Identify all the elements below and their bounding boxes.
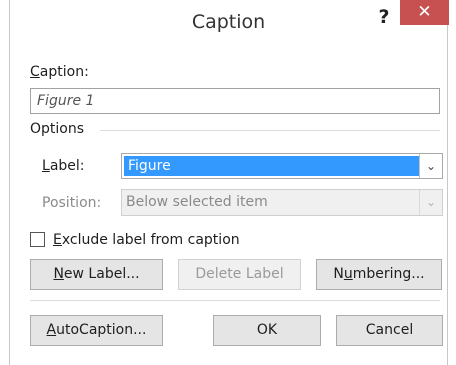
chevron-down-icon: ⌄ <box>419 190 442 215</box>
numbering-button-text: Numbering... <box>333 266 425 282</box>
access-key-letter: u <box>343 266 353 282</box>
access-key-letter: N <box>53 266 64 282</box>
access-key-letter: C <box>30 64 40 80</box>
exclude-label-checkbox[interactable] <box>30 232 45 247</box>
position-select-value: Below selected item <box>126 194 268 210</box>
options-divider <box>100 130 440 131</box>
chevron-down-icon[interactable]: ⌄ <box>419 154 442 178</box>
ok-button[interactable]: OK <box>213 315 321 346</box>
button-separator <box>30 300 440 301</box>
numbering-button[interactable]: Numbering... <box>316 259 442 290</box>
delete-label-button[interactable]: Delete Label <box>178 259 301 290</box>
label-field-label: Label: <box>42 158 85 174</box>
label-field-label-text: Label: <box>42 158 85 174</box>
title-bar[interactable]: Caption ? ✕ <box>10 0 449 38</box>
caption-input[interactable]: Figure 1 <box>30 88 440 114</box>
access-key-letter: E <box>53 232 62 248</box>
position-field-label: Position: <box>42 195 102 211</box>
options-group-label: Options <box>30 121 85 137</box>
label-select[interactable]: Figure ⌄ <box>121 153 443 179</box>
autocaption-button[interactable]: AutoCaption... <box>30 315 163 346</box>
help-icon[interactable]: ? <box>372 4 396 30</box>
exclude-label-caption-text: Exclude label from caption <box>53 232 240 248</box>
access-key-letter: L <box>42 158 50 174</box>
dialog-border-left <box>9 0 10 365</box>
cancel-button[interactable]: Cancel <box>336 315 443 346</box>
label-select-value: Figure <box>124 156 420 176</box>
caption-label-text: Caption: <box>30 64 89 80</box>
autocaption-button-text: AutoCaption... <box>46 322 147 338</box>
new-label-button[interactable]: New Label... <box>30 259 163 290</box>
caption-dialog: Caption ? ✕ Caption: Figure 1 Options La… <box>0 0 456 365</box>
dialog-border-right <box>447 0 448 365</box>
position-select[interactable]: Below selected item ⌄ <box>121 189 443 216</box>
new-label-button-text: New Label... <box>53 266 140 282</box>
exclude-label-text[interactable]: Exclude label from caption <box>53 232 240 248</box>
caption-label: Caption: <box>30 64 89 80</box>
close-icon[interactable]: ✕ <box>400 0 449 25</box>
access-key-letter: A <box>46 322 57 338</box>
